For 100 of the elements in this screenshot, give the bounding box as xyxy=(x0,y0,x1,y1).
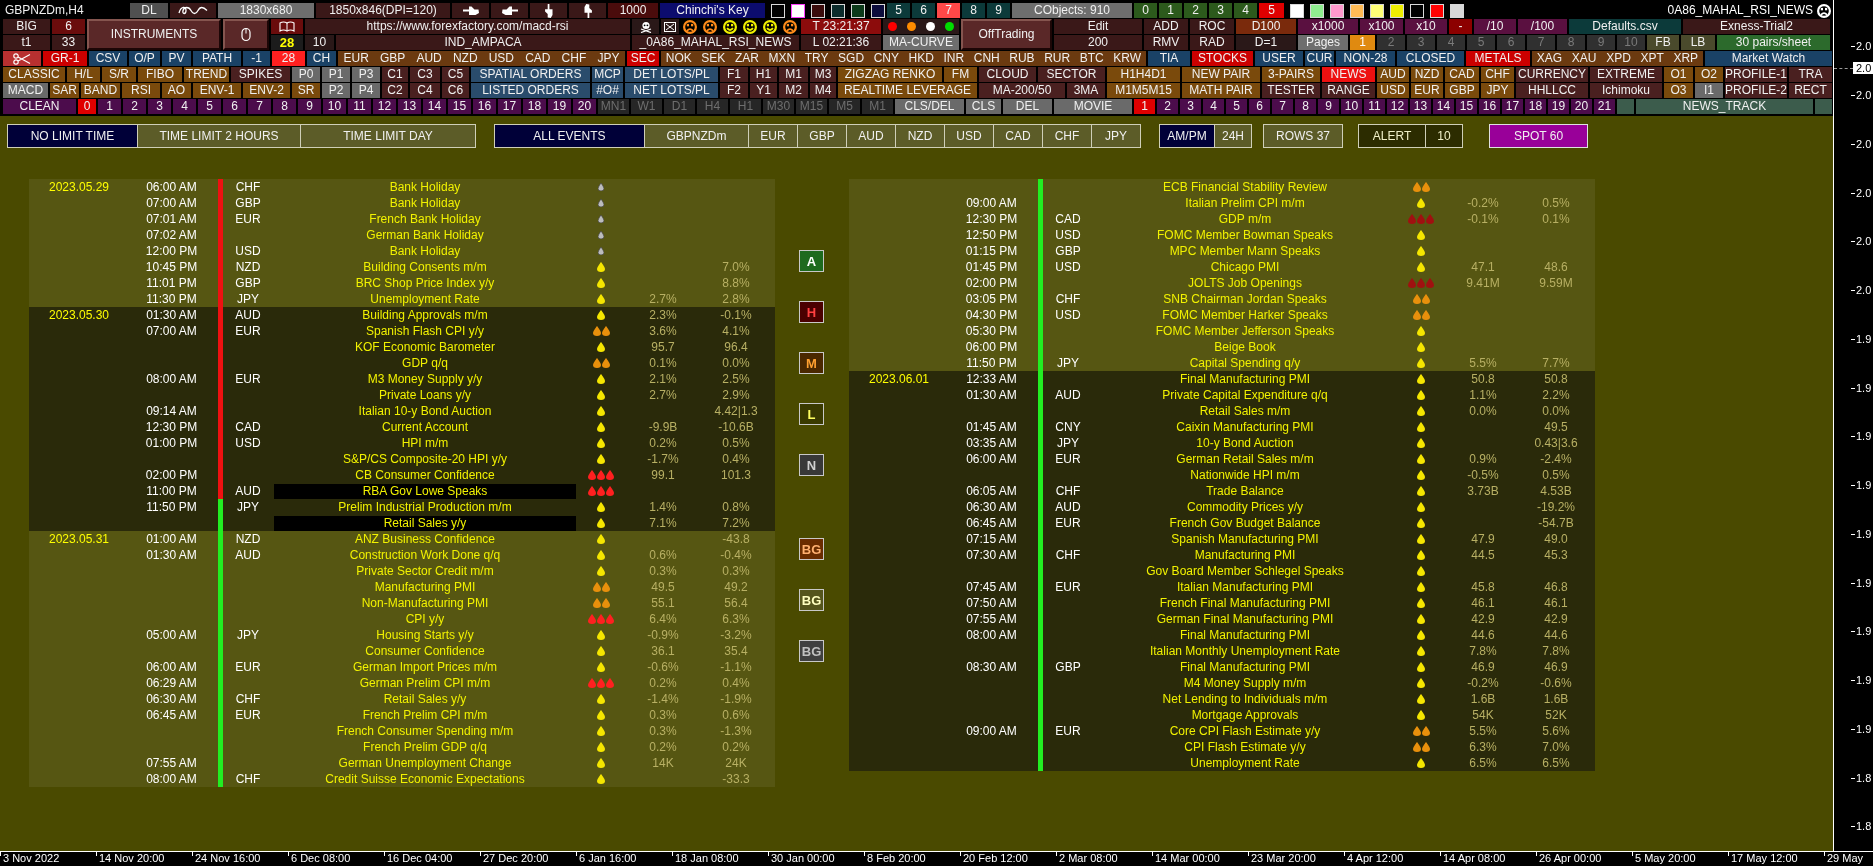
toolbar-button[interactable]: 15 xyxy=(1456,99,1477,114)
spot-button[interactable]: SPOT 60 xyxy=(1489,124,1588,148)
toolbar-button[interactable]: TREND xyxy=(184,67,229,82)
toolbar-button[interactable]: AUD xyxy=(1377,67,1409,82)
toolbar-button[interactable]: ADD xyxy=(1144,19,1188,34)
toolbar-button[interactable]: M1M5M15 xyxy=(1107,83,1180,98)
toolbar-button[interactable]: PROFILE-1 xyxy=(1725,67,1787,82)
toolbar-button[interactable]: 2 xyxy=(1157,99,1178,114)
toolbar-button[interactable]: 8 xyxy=(962,3,985,18)
symbol-button[interactable]: INR xyxy=(943,51,965,66)
symbol-button[interactable]: TRY xyxy=(804,51,829,66)
toolbar-button[interactable]: 200 xyxy=(1054,35,1142,50)
toolbar-button[interactable]: LB xyxy=(1681,35,1715,50)
toolbar-button[interactable]: IND_AMPACA xyxy=(336,35,630,50)
toolbar-button[interactable]: C4 xyxy=(410,83,440,98)
toolbar-button[interactable]: CAD xyxy=(1445,67,1479,82)
toolbar-button[interactable]: O3 xyxy=(1664,83,1693,98)
toolbar-button[interactable]: O2 xyxy=(1695,67,1723,82)
toolbar-button[interactable]: C1 xyxy=(382,67,408,82)
toolbar-button[interactable]: 33 xyxy=(52,35,85,50)
toolbar-button[interactable]: F2 xyxy=(720,83,748,98)
symbol-button[interactable]: EUR xyxy=(343,51,369,66)
filter-button[interactable]: GBPNZDm xyxy=(644,124,749,148)
toolbar-button[interactable]: MA-200/50 xyxy=(979,83,1065,98)
toggle-button[interactable]: BG xyxy=(799,538,824,560)
toolbar-button[interactable]: 3-PAIRS xyxy=(1262,67,1320,82)
alert-button[interactable]: ALERT xyxy=(1358,124,1426,148)
toolbar-button[interactable]: AO xyxy=(162,83,191,98)
filter-button[interactable]: EUR xyxy=(748,124,798,148)
toolbar-button[interactable]: https://www.forexfactory.com/macd-rsi xyxy=(305,19,630,34)
toolbar-button[interactable]: 8 xyxy=(1295,99,1316,114)
toolbar-button[interactable]: Defaults.csv xyxy=(1569,19,1681,34)
toolbar-button[interactable]: NEWS xyxy=(1322,67,1375,82)
toolbar-button[interactable]: 9 xyxy=(298,99,321,114)
toolbar-button[interactable]: x10 xyxy=(1405,19,1447,34)
filter-button[interactable]: 24H xyxy=(1214,124,1252,148)
toolbar-button[interactable]: 14 xyxy=(423,99,446,114)
symbol-button[interactable]: JPY xyxy=(597,51,620,66)
toolbar-button[interactable]: P3 xyxy=(352,67,380,82)
filter-button[interactable]: USD xyxy=(944,124,994,148)
toolbar-button[interactable]: Exness-Trial2 xyxy=(1683,19,1830,34)
toolbar-button[interactable]: FB xyxy=(1647,35,1679,50)
toolbar-button[interactable]: DET LOTS/PL xyxy=(625,67,718,82)
symbol-button[interactable]: HKD xyxy=(908,51,934,66)
toolbar-button[interactable]: 6 xyxy=(223,99,246,114)
toggle-button[interactable]: N xyxy=(799,454,824,476)
toolbar-button[interactable]: NEWS_TRACK xyxy=(1636,99,1813,114)
toolbar-button[interactable]: 12 xyxy=(373,99,396,114)
symbol-button[interactable]: CNH xyxy=(973,51,1000,66)
toolbar-button[interactable]: 1 xyxy=(1134,99,1155,114)
toolbar-button[interactable]: TRA xyxy=(1789,67,1832,82)
toolbar-button[interactable]: 16 xyxy=(473,99,496,114)
toolbar-button[interactable]: RANGE xyxy=(1322,83,1375,98)
toolbar-button[interactable]: RSI xyxy=(122,83,160,98)
toolbar-button[interactable]: 5 xyxy=(1226,99,1247,114)
toolbar-button[interactable]: 4 xyxy=(1234,3,1257,18)
toolbar-button[interactable]: HHLLCC xyxy=(1516,83,1588,98)
toolbar-button[interactable]: O1 xyxy=(1664,67,1693,82)
toolbar-button[interactable]: RECT xyxy=(1789,83,1832,98)
toolbar-button[interactable]: USD xyxy=(1377,83,1409,98)
icon-button[interactable] xyxy=(271,19,303,34)
filter-button[interactable]: GBP xyxy=(797,124,847,148)
toolbar-button[interactable]: 13 xyxy=(398,99,421,114)
symbol-button[interactable]: RUR xyxy=(1044,51,1071,66)
toolbar-button[interactable]: CSV xyxy=(89,51,127,66)
toolbar-button[interactable]: 11 xyxy=(348,99,371,114)
toolbar-button[interactable]: Y1 xyxy=(750,83,777,98)
filter-button[interactable]: CAD xyxy=(993,124,1043,148)
toolbar-button[interactable]: 28 xyxy=(271,35,303,50)
toolbar-button[interactable]: 1830x680 xyxy=(218,3,314,18)
toolbar-button[interactable]: 2 xyxy=(123,99,146,114)
icon-button[interactable] xyxy=(223,19,269,50)
toolbar-button[interactable]: ENV-1 xyxy=(193,83,241,98)
toolbar-button[interactable]: 2 xyxy=(1184,3,1207,18)
toolbar-button[interactable]: 6 xyxy=(1249,99,1270,114)
toolbar-button[interactable]: 4 xyxy=(1203,99,1224,114)
toggle-button[interactable]: H xyxy=(799,301,824,323)
toolbar-button[interactable]: -1 xyxy=(243,51,270,66)
toolbar-button[interactable]: 19 xyxy=(1548,99,1569,114)
toolbar-button[interactable]: H1H4D1 xyxy=(1107,67,1180,82)
toolbar-button[interactable]: 17 xyxy=(498,99,521,114)
toolbar-button[interactable]: Chinchi's Key xyxy=(660,3,765,18)
toolbar-button[interactable]: CLS xyxy=(966,99,1001,114)
toggle-button[interactable]: BG xyxy=(799,589,824,611)
toolbar-button[interactable]: Edit xyxy=(1054,19,1142,34)
toolbar-button[interactable]: S/R xyxy=(102,67,136,82)
toolbar-button[interactable]: PATH xyxy=(193,51,241,66)
toolbar-button[interactable]: BIG xyxy=(3,19,50,34)
toolbar-button[interactable]: CLEAN xyxy=(3,99,76,114)
filter-button[interactable]: TIME LIMIT DAY xyxy=(300,124,476,148)
toolbar-button[interactable]: CHF xyxy=(1481,67,1514,82)
toolbar-button[interactable]: RMV xyxy=(1144,35,1188,50)
icon-button[interactable] xyxy=(491,3,528,18)
toolbar-button[interactable]: H1 xyxy=(750,67,777,82)
toolbar-button[interactable]: 10 xyxy=(323,99,346,114)
toolbar-button[interactable]: ROC xyxy=(1190,19,1234,34)
icon-button[interactable] xyxy=(569,3,606,18)
toolbar-button[interactable]: 9 xyxy=(987,3,1010,18)
toolbar-button[interactable]: P4 xyxy=(352,83,380,98)
toolbar-button[interactable]: #O# xyxy=(592,83,623,98)
